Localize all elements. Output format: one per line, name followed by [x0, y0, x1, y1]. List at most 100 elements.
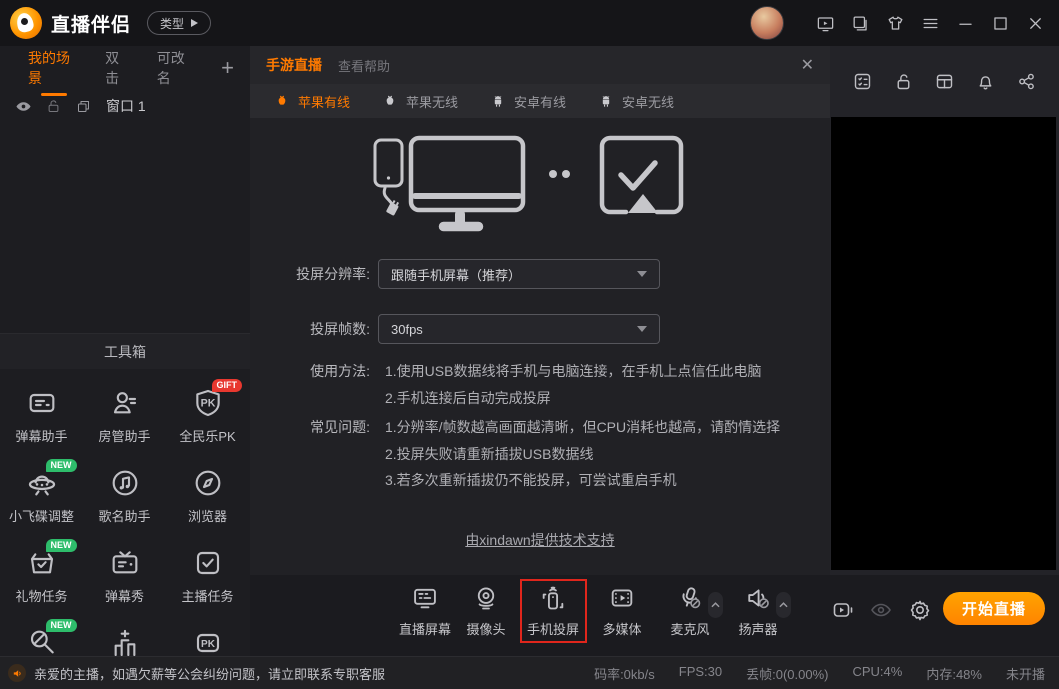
view-help-link[interactable]: 查看帮助 — [338, 56, 390, 75]
resolution-label: 投屏分辨率: — [250, 264, 378, 284]
titlebar: 直播伴侣 类型 — [0, 0, 1059, 46]
usb-plug-icon — [386, 199, 401, 216]
ufo-icon: NEW — [24, 465, 60, 501]
user-avatar[interactable] — [750, 6, 784, 40]
scene-sidebar: 我的场景 双击 可改名 + 窗口 1 工具箱 弹幕助手 房管助手 — [0, 46, 250, 656]
phone-cast-source[interactable]: 手机投屏 — [521, 583, 585, 638]
theme-skin-icon[interactable] — [885, 13, 905, 33]
checklist-icon[interactable] — [852, 70, 874, 92]
share-icon[interactable] — [1016, 70, 1038, 92]
tab-android-wired[interactable]: 安卓有线 — [478, 84, 578, 118]
music-note-icon — [107, 465, 143, 501]
speaker-muted-icon — [743, 583, 773, 613]
media-icon — [607, 583, 637, 613]
tool-browser[interactable]: 浏览器 — [166, 465, 249, 545]
statusbar: 亲爱的主播，如遇欠薪等公会纠纷问题，请立即联系专职客服 码率:0kb/s FPS… — [0, 656, 1059, 689]
apple-icon — [382, 93, 398, 109]
cast-illustration — [373, 132, 693, 238]
layout-icon[interactable] — [934, 70, 956, 92]
chevron-down-icon — [637, 271, 647, 277]
scene-name: 窗口 1 — [106, 96, 146, 116]
tool-ranking[interactable] — [83, 625, 166, 656]
tool-sing-identify[interactable]: NEW — [0, 625, 83, 656]
tool-gift-task[interactable]: NEW 礼物任务 — [0, 545, 83, 625]
chevron-down-icon — [637, 326, 647, 332]
metric-cpu: CPU:4% — [852, 664, 902, 683]
record-icon[interactable] — [830, 597, 856, 623]
faq-line-3: 3.若多次重新插拔仍不能投屏，可尝试重启手机 — [385, 470, 677, 490]
tool-pk-box[interactable]: PK — [166, 625, 249, 656]
tab-android-wireless[interactable]: 安卓无线 — [586, 84, 686, 118]
live-status: 未开播 — [1006, 664, 1045, 683]
dialog-body: 投屏分辨率: 跟随手机屏幕（推荐） 投屏帧数: 30fps 使用方法: 1.使用… — [250, 118, 830, 575]
camera-icon — [471, 583, 501, 613]
new-badge: NEW — [46, 459, 77, 472]
close-button[interactable] — [1025, 13, 1045, 33]
tool-room-manager[interactable]: 房管助手 — [83, 385, 166, 465]
bell-icon[interactable] — [975, 70, 997, 92]
scene-tab-3[interactable]: 可改名 — [157, 46, 195, 94]
new-badge: NEW — [46, 619, 77, 632]
tab-apple-wireless[interactable]: 苹果无线 — [370, 84, 470, 118]
dialog-close-button[interactable]: ✕ — [801, 55, 814, 75]
room-manager-icon — [107, 385, 143, 421]
start-live-button[interactable]: 开始直播 — [943, 592, 1045, 625]
podium-icon — [107, 625, 143, 656]
camera-source[interactable]: 摄像头 — [454, 583, 518, 638]
app-logo-icon — [10, 7, 42, 39]
scene-tab-2[interactable]: 双击 — [105, 46, 131, 94]
mic-slash-icon: NEW — [24, 625, 60, 656]
menu-icon[interactable] — [920, 13, 940, 33]
support-link[interactable]: 由xindawn提供技术支持 — [465, 532, 614, 548]
source-toolbar: 直播屏幕 摄像头 手机投屏 多媒体 麦克风 扬声器 — [250, 575, 1059, 656]
scene-tab-my-scene[interactable]: 我的场景 — [28, 46, 79, 94]
tool-ufo-adjust[interactable]: NEW 小飞碟调整 — [0, 465, 83, 545]
tool-danmu-show[interactable]: 弹幕秀 — [83, 545, 166, 625]
metric-memory: 内存:48% — [926, 664, 982, 683]
unlock-icon[interactable] — [893, 70, 915, 92]
tool-anchor-task[interactable]: 主播任务 — [166, 545, 249, 625]
live-screen-source[interactable]: 直播屏幕 — [393, 583, 457, 638]
add-scene-button[interactable]: + — [221, 57, 234, 79]
tool-song-assistant[interactable]: 歌名助手 — [83, 465, 166, 545]
cast-preview-screen[interactable] — [831, 117, 1056, 570]
toolbox-header: 工具箱 — [0, 333, 250, 369]
maximize-button[interactable] — [990, 13, 1010, 33]
minimize-button[interactable] — [955, 13, 975, 33]
toolbox-grid: 弹幕助手 房管助手 PK GIFT 全民乐PK NEW 小飞碟调整 — [0, 385, 250, 656]
tab-apple-wired[interactable]: 苹果有线 — [262, 84, 362, 118]
tool-danmu-assistant[interactable]: 弹幕助手 — [0, 385, 83, 465]
svg-text:PK: PK — [201, 639, 216, 650]
phone-cast-icon — [538, 583, 568, 613]
mic-options-button[interactable] — [708, 592, 723, 618]
metric-bitrate: 码率:0kb/s — [594, 664, 655, 683]
dot-icon — [549, 170, 557, 178]
scene-tabs: 我的场景 双击 可改名 + — [0, 46, 250, 90]
pk-box-icon: PK — [190, 625, 226, 656]
browser-compass-icon — [190, 465, 226, 501]
android-icon — [490, 93, 506, 109]
framerate-dropdown[interactable]: 30fps — [378, 314, 660, 344]
visibility-eye-icon[interactable] — [14, 97, 32, 115]
tool-pk[interactable]: PK GIFT 全民乐PK — [166, 385, 249, 465]
mobile-cast-dialog: 手游直播 查看帮助 ✕ 苹果有线 苹果无线 安卓有线 安卓无线 — [250, 46, 830, 575]
type-button[interactable]: 类型 — [147, 11, 211, 35]
preview-panel — [830, 46, 1059, 575]
screen-preview-icon[interactable] — [815, 13, 835, 33]
settings-gear-icon[interactable] — [907, 597, 933, 623]
scene-source-row[interactable]: 窗口 1 — [0, 92, 250, 120]
resolution-dropdown[interactable]: 跟随手机屏幕（推荐） — [378, 259, 660, 289]
dialog-header: 手游直播 查看帮助 ✕ — [250, 46, 830, 84]
framerate-label: 投屏帧数: — [250, 319, 378, 339]
unlock-icon[interactable] — [44, 97, 62, 115]
device-list-icon[interactable] — [850, 13, 870, 33]
play-caret-icon — [191, 19, 198, 27]
preview-eye-icon[interactable] — [868, 597, 894, 623]
anchor-notice: 亲爱的主播，如遇欠薪等公会纠纷问题，请立即联系专职客服 — [34, 664, 385, 683]
type-button-label: 类型 — [160, 15, 184, 32]
media-source[interactable]: 多媒体 — [590, 583, 654, 638]
apple-icon — [274, 93, 290, 109]
speaker-options-button[interactable] — [776, 592, 791, 618]
new-badge: NEW — [46, 539, 77, 552]
duplicate-icon[interactable] — [74, 97, 92, 115]
